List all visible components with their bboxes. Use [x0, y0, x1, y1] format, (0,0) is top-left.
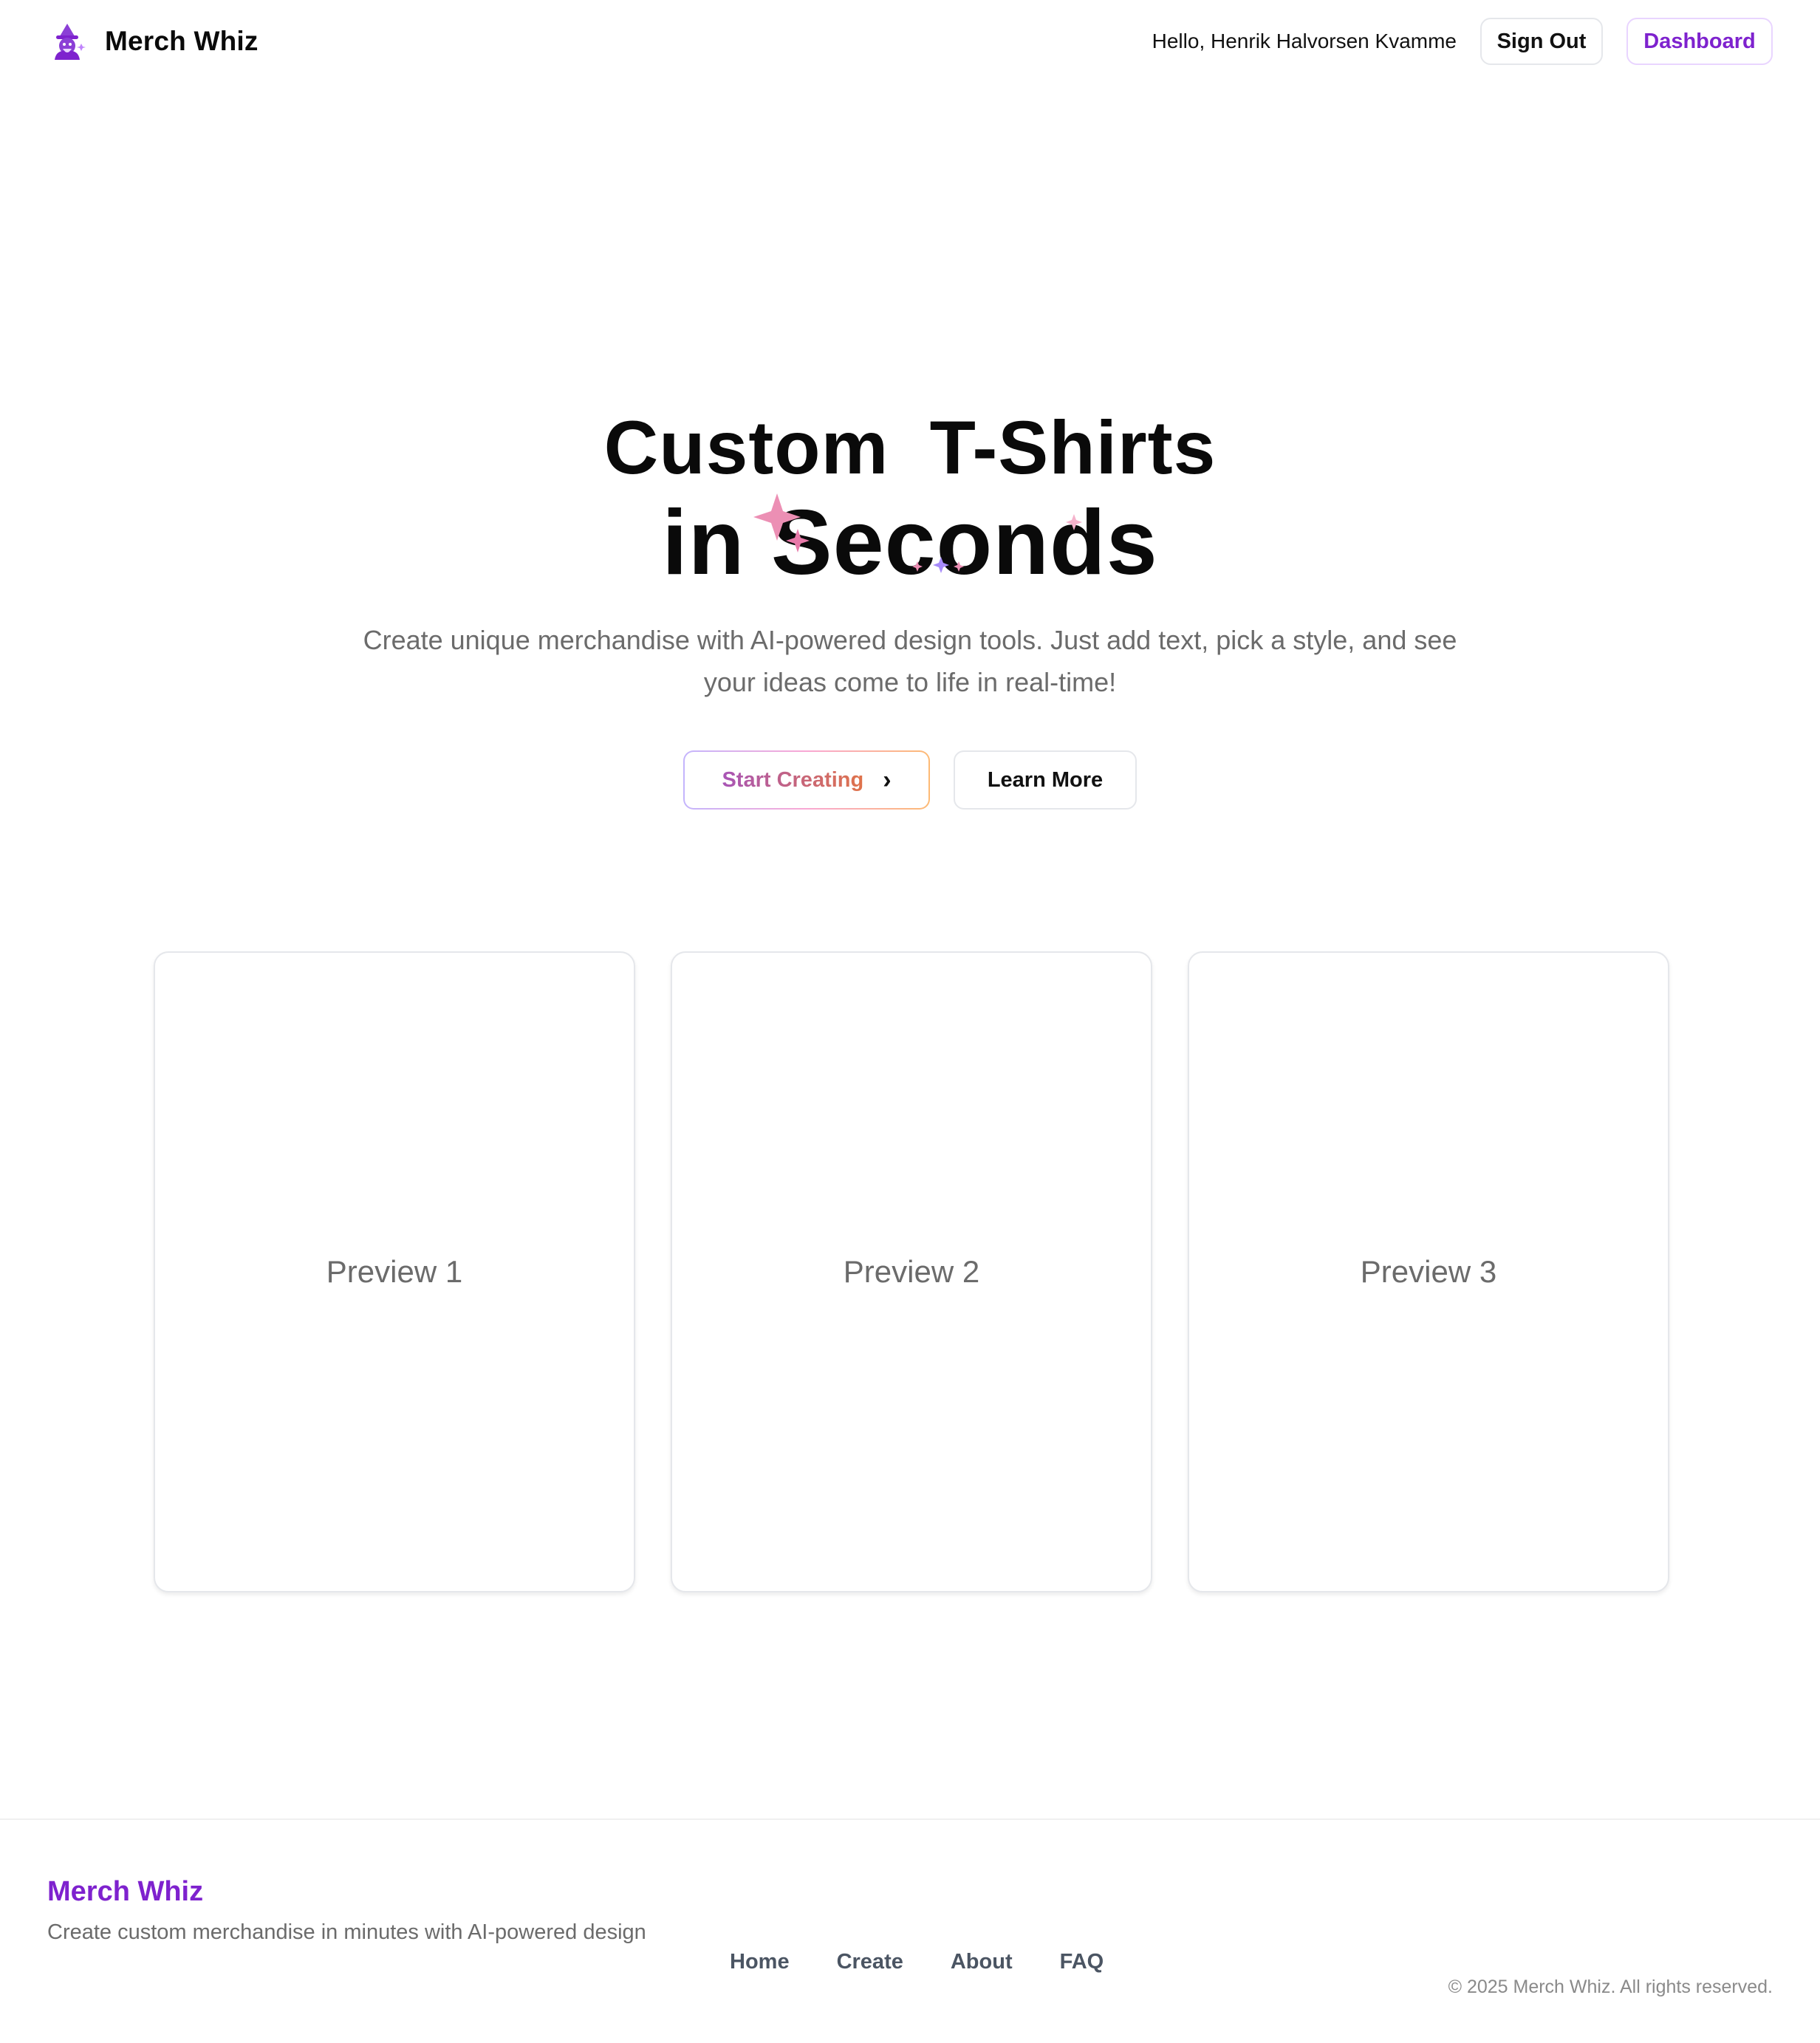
cta-row: Start Creating › Learn More — [0, 750, 1820, 810]
chevron-right-icon: › — [883, 766, 892, 794]
start-creating-button[interactable]: Start Creating › — [683, 750, 930, 810]
wizard-icon — [55, 24, 86, 60]
preview-label: Preview 3 — [1360, 1254, 1497, 1289]
header-actions: Hello, Henrik Halvorsen Kvamme Sign Out … — [1152, 18, 1773, 65]
footer-nav: Home Create About FAQ — [730, 1950, 1104, 1974]
hero-subtitle-line2: your ideas come to life in real-time! — [703, 667, 1117, 697]
page: Merch Whiz Hello, Henrik Halvorsen Kvamm… — [0, 0, 1820, 2043]
hero-title-line2: in Seconds — [662, 492, 1158, 594]
preview-card-3[interactable]: Preview 3 — [1188, 951, 1669, 1592]
footer-link-faq[interactable]: FAQ — [1060, 1950, 1104, 1974]
start-creating-label: Start Creating — [722, 767, 864, 792]
sign-out-button[interactable]: Sign Out — [1480, 18, 1603, 65]
hero-title-line1: Custom T-Shirts — [603, 405, 1217, 490]
top-nav: Merch Whiz Hello, Henrik Halvorsen Kvamm… — [0, 0, 1820, 83]
learn-more-button[interactable]: Learn More — [954, 750, 1137, 810]
footer: Merch Whiz Create custom merchandise in … — [0, 1818, 1820, 2043]
user-greeting: Hello, Henrik Halvorsen Kvamme — [1152, 30, 1457, 52]
hero-subtitle-line1: Create unique merchandise with AI-powere… — [363, 625, 1457, 655]
copyright: © 2025 Merch Whiz. All rights reserved. — [1448, 1977, 1773, 1997]
hero-subtitle: Create unique merchandise with AI-powere… — [319, 619, 1501, 703]
preview-label: Preview 1 — [326, 1254, 463, 1289]
footer-tagline: Create custom merchandise in minutes wit… — [47, 1920, 646, 1944]
footer-brand: Merch Whiz — [47, 1876, 204, 1907]
footer-link-home[interactable]: Home — [730, 1950, 790, 1974]
preview-card-1[interactable]: Preview 1 — [154, 951, 635, 1592]
footer-link-about[interactable]: About — [951, 1950, 1013, 1974]
brand[interactable]: Merch Whiz — [47, 21, 259, 61]
dashboard-button[interactable]: Dashboard — [1626, 18, 1773, 65]
preview-label: Preview 2 — [843, 1254, 980, 1289]
preview-grid: Preview 1 Preview 2 Preview 3 — [154, 951, 1669, 1592]
preview-card-2[interactable]: Preview 2 — [671, 951, 1152, 1592]
footer-link-create[interactable]: Create — [837, 1950, 903, 1974]
brand-name: Merch Whiz — [105, 26, 259, 56]
